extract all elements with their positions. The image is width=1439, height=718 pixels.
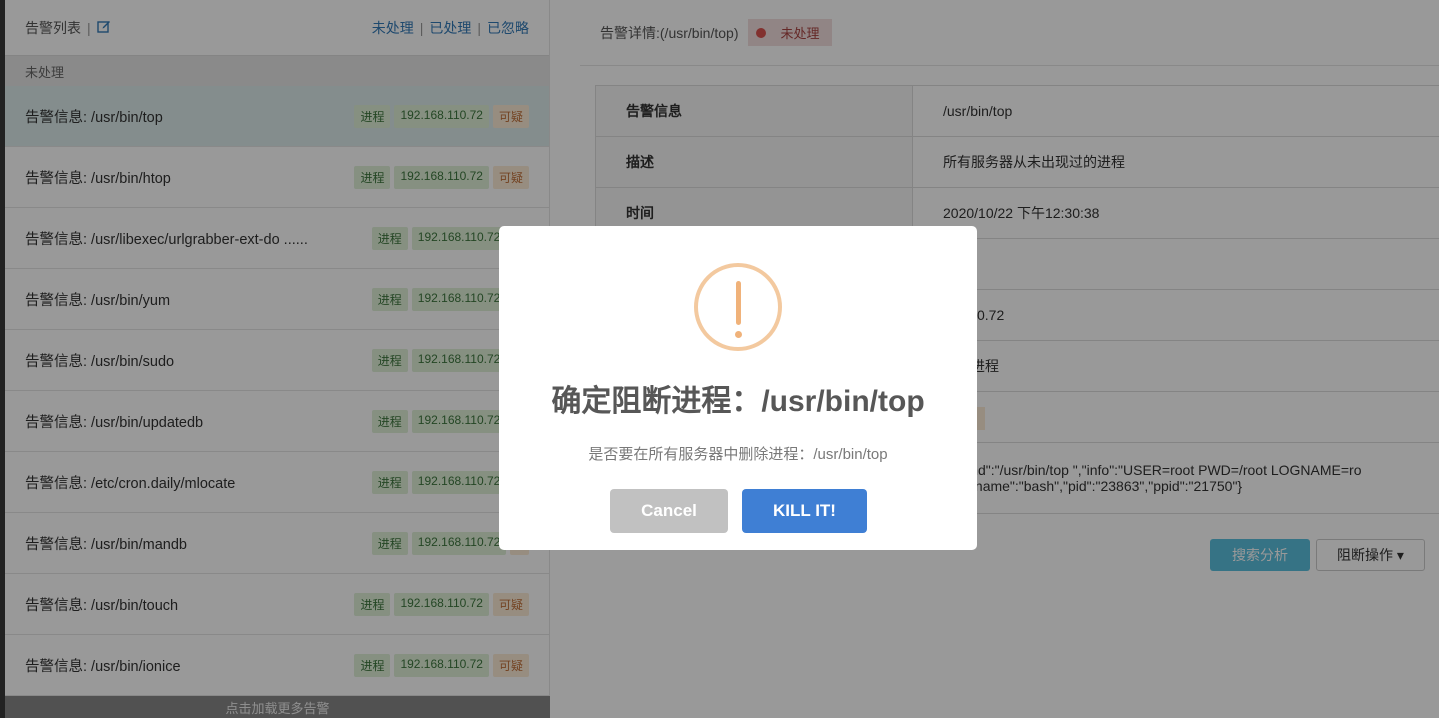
dialog-title: 确定阻断进程：/usr/bin/top [551,385,925,418]
warning-icon [694,263,782,351]
dialog-message: 是否要在所有服务器中删除进程：/usr/bin/top [588,446,888,463]
confirm-dialog: 确定阻断进程：/usr/bin/top 是否要在所有服务器中删除进程：/usr/… [499,226,977,550]
kill-process-button[interactable]: KILL IT! [742,489,867,533]
cancel-button[interactable]: Cancel [610,489,728,533]
dialog-buttons: Cancel KILL IT! [610,489,867,533]
